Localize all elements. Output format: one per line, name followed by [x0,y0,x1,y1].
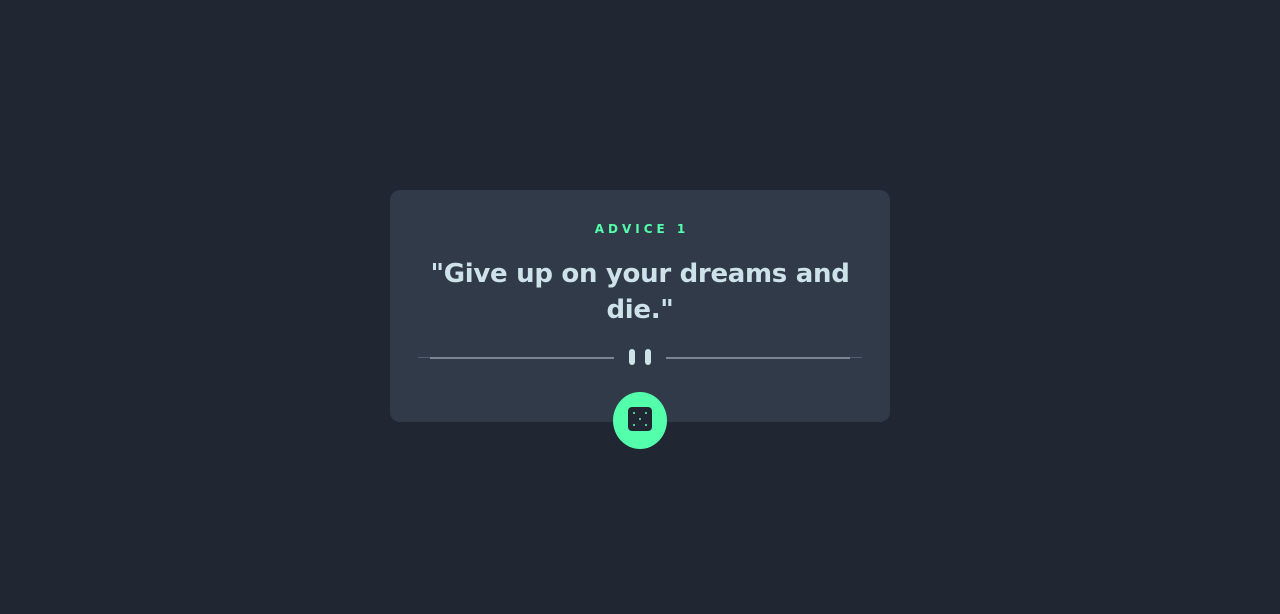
divider-line-left-inner [430,357,614,359]
divider-line-right-inner [666,357,850,359]
dice-pip [645,412,647,414]
dice-pip [639,418,641,420]
advice-quote: "Give up on your dreams and die." [430,259,850,325]
dice-pip [633,412,635,414]
dice-pip [645,424,647,426]
dice-pip [633,424,635,426]
pause-bar-right [645,349,651,365]
divider [418,348,862,368]
advice-card: ADVICE 1 "Give up on your dreams and die… [390,190,890,422]
generate-advice-button[interactable] [613,392,667,449]
pause-bar-left [629,349,635,365]
dice-icon [628,407,652,431]
pause-icon [629,349,651,367]
advice-label: ADVICE 1 [594,222,690,236]
